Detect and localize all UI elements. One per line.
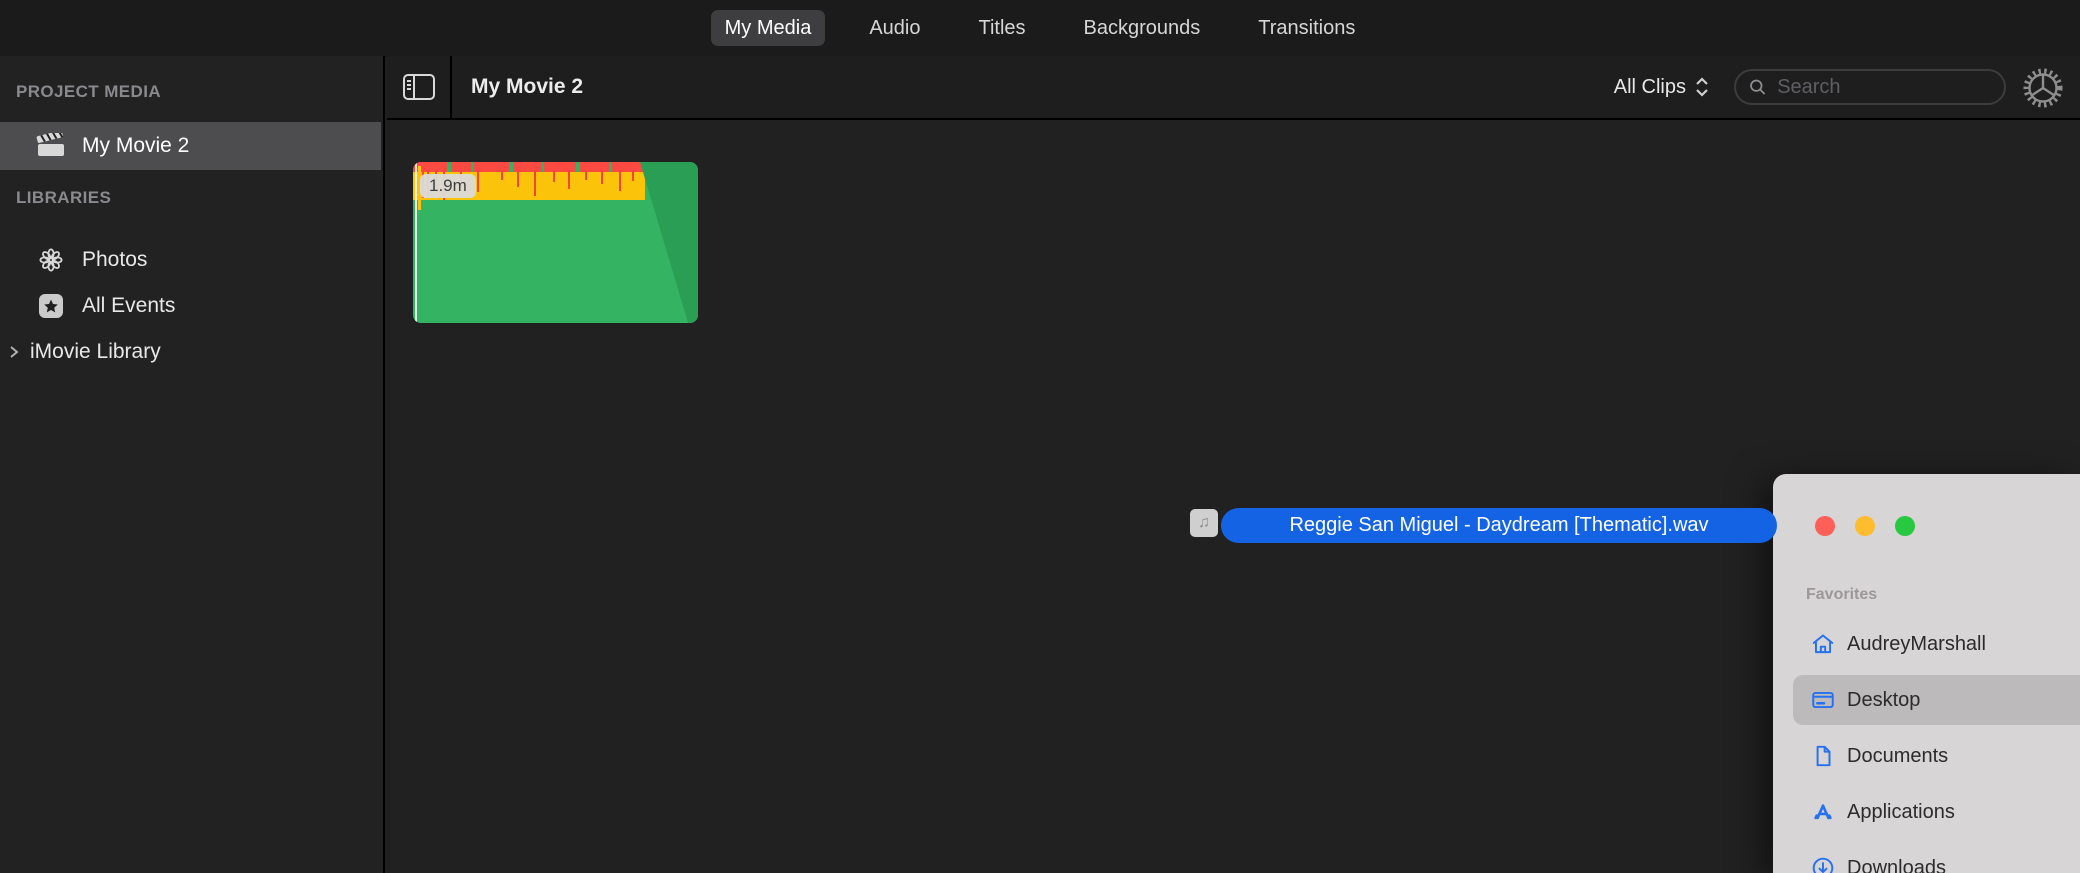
sidebar-toggle-icon [402,74,435,100]
audio-clip-thumbnail[interactable]: 1.9m [413,162,698,323]
clip-filter-label: All Clips [1613,75,1686,98]
imovie-window: My Media Audio Titles Backgrounds Transi… [0,0,2080,873]
sidebar-item-photos[interactable]: Photos [0,236,381,284]
desktop-icon [1809,687,1837,713]
close-button[interactable] [1815,516,1835,536]
browser-title: My Movie 2 [471,75,584,98]
finder-item-label: Applications [1847,800,1955,823]
finder-item-label: Downloads [1847,856,1946,873]
photos-pinwheel-icon [36,246,66,274]
disclosure-chevron-icon[interactable] [6,343,22,361]
libraries-header: LIBRARIES [16,188,112,207]
sidebar-item-label: All Events [82,294,176,317]
clip-filter-dropdown[interactable]: All Clips [1614,56,1710,118]
finder-sidebar-item-applications[interactable]: Applications [1793,787,2080,837]
tab-backgrounds[interactable]: Backgrounds [1070,10,1215,46]
star-square-icon [36,293,66,319]
finder-sidebar-item-desktop[interactable]: Desktop [1793,675,2080,725]
home-icon [1809,631,1837,657]
sidebar-item-label: iMovie Library [30,340,161,363]
chevron-up-down-icon [1696,77,1708,97]
sidebar-item-label: Photos [82,248,148,271]
gear-icon [2023,68,2063,108]
finder-sidebar-item-home[interactable]: AudreyMarshall [1793,619,2080,669]
waveform-dark-tail [640,162,698,323]
download-circle-icon [1809,855,1837,873]
minimize-button[interactable] [1855,516,1875,536]
search-icon [1750,79,1766,95]
sidebar-item-imovie-library[interactable]: iMovie Library [0,328,381,376]
window-traffic-lights [1815,516,1915,536]
sidebar-item-my-movie-2[interactable]: My Movie 2 [0,122,381,170]
media-type-tabbar: My Media Audio Titles Backgrounds Transi… [0,0,2080,57]
sidebar-item-all-events[interactable]: All Events [0,282,381,330]
finder-sidebar-item-downloads[interactable]: Downloads [1793,843,2080,873]
sidebar-toggle-button[interactable] [387,56,452,118]
clip-duration-badge: 1.9m [420,174,476,198]
document-icon [1809,743,1837,769]
zoom-button[interactable] [1895,516,1915,536]
finder-sidebar-item-documents[interactable]: Documents [1793,731,2080,781]
favorites-section-header: Favorites [1806,586,1878,603]
finder-item-label: AudreyMarshall [1847,632,1986,655]
dragged-file-icon: ♫ [1190,509,1218,537]
media-browser-header: My Movie 2 All Clips [387,56,2080,120]
sidebar-item-label: My Movie 2 [82,134,190,157]
music-note-icon: ♫ [1198,514,1210,531]
search-input[interactable] [1775,74,1992,100]
search-field[interactable] [1734,69,2006,105]
dragged-file-label[interactable]: Reggie San Miguel - Daydream [Thematic].… [1221,508,1777,543]
clip-left-edge-line [415,162,417,323]
tab-titles[interactable]: Titles [964,10,1039,46]
finder-item-label: Documents [1847,744,1949,767]
finder-item-label: Desktop [1847,688,1921,711]
tab-audio[interactable]: Audio [855,10,934,46]
appstore-icon [1809,799,1837,825]
project-media-header: PROJECT MEDIA [16,82,161,101]
tab-my-media[interactable]: My Media [710,10,826,46]
libraries-sidebar: PROJECT MEDIA My Movie 2 LIBRARIES Photo… [0,56,385,873]
browser-settings-button[interactable] [2020,65,2066,111]
finder-window: Favorites AudreyMarshall Desktop Documen… [1773,474,2080,873]
clapperboard-icon [36,133,66,159]
tab-transitions[interactable]: Transitions [1244,10,1369,46]
